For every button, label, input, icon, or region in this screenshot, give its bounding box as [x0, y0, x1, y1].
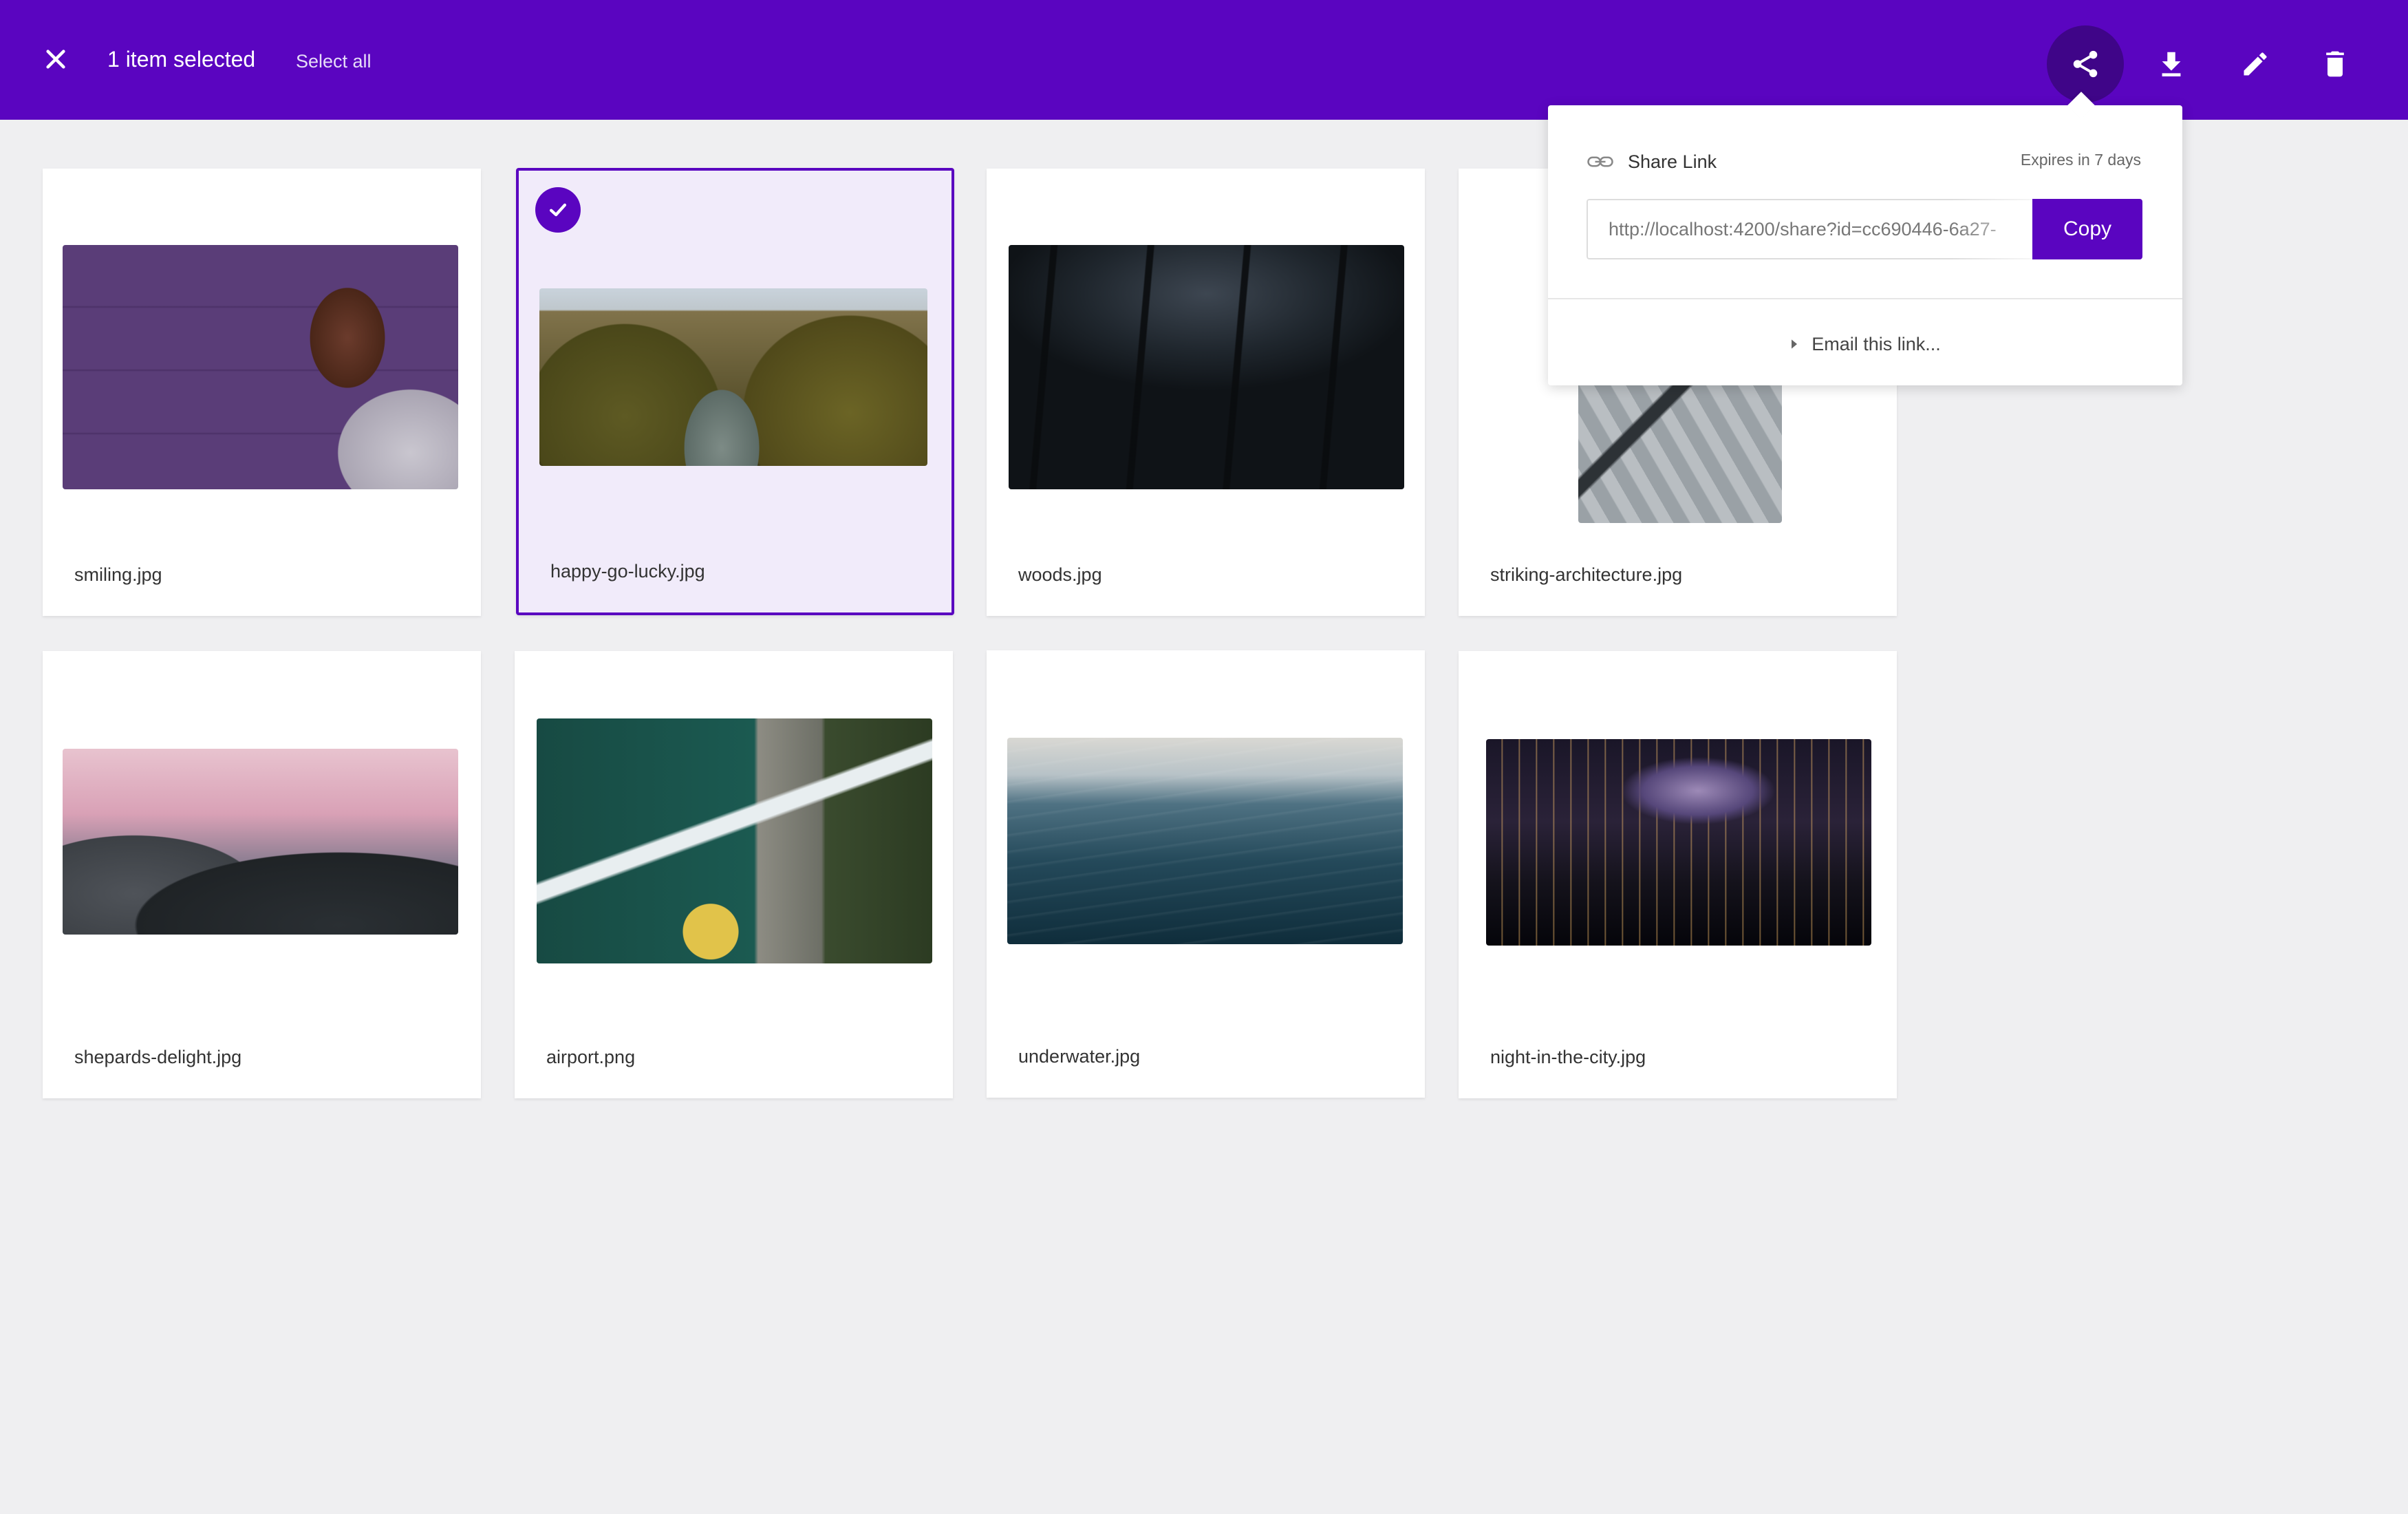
download-icon: [2162, 52, 2181, 77]
file-name: smiling.jpg: [74, 564, 162, 585]
selected-check-badge[interactable]: [535, 187, 581, 233]
file-card-selected[interactable]: happy-go-lucky.jpg: [516, 168, 954, 615]
file-name: striking-architecture.jpg: [1490, 564, 1683, 585]
pencil-icon: [2244, 52, 2267, 76]
link-icon: [1587, 156, 1613, 167]
share-button[interactable]: [2047, 25, 2124, 103]
selection-count: 1 item selected: [107, 47, 256, 72]
file-thumbnail: [1007, 738, 1403, 944]
file-card[interactable]: shepards-delight.jpg: [43, 651, 481, 1098]
close-selection-button[interactable]: [34, 38, 77, 81]
checkmark-icon: [549, 203, 567, 217]
share-link-input[interactable]: [1587, 199, 2032, 259]
file-card[interactable]: woods.jpg: [987, 169, 1425, 616]
file-thumbnail: [539, 288, 927, 466]
popover-divider: [1548, 298, 2182, 299]
file-thumbnail: [63, 749, 458, 935]
file-name: airport.png: [546, 1047, 636, 1067]
file-card[interactable]: airport.png: [515, 651, 953, 1098]
email-link-label: Email this link...: [1812, 333, 1941, 354]
file-card[interactable]: smiling.jpg: [43, 169, 481, 616]
delete-button[interactable]: [2297, 25, 2374, 103]
file-name: night-in-the-city.jpg: [1490, 1047, 1646, 1067]
file-name: shepards-delight.jpg: [74, 1047, 242, 1067]
file-thumbnail: [1486, 739, 1871, 946]
file-thumbnail: [1009, 245, 1404, 489]
share-icon: [2073, 50, 2098, 78]
copy-link-button[interactable]: Copy: [2032, 199, 2142, 259]
file-name: woods.jpg: [1018, 564, 1102, 585]
file-name: happy-go-lucky.jpg: [550, 561, 705, 582]
share-link-popover: Share Link Expires in 7 days Copy Email …: [1548, 92, 2182, 385]
caret-right-icon: [1792, 339, 1798, 349]
share-link-header: Share Link: [1587, 148, 1717, 175]
file-thumbnail: [63, 245, 458, 489]
select-all-link[interactable]: Select all: [296, 51, 372, 72]
link-expiry-text: Expires in 7 days: [2020, 151, 2141, 169]
file-name: underwater.jpg: [1018, 1046, 1141, 1067]
share-link-row: Copy: [1587, 199, 2142, 259]
trash-icon: [2326, 51, 2344, 77]
file-thumbnail: [537, 718, 932, 963]
close-icon: [46, 50, 65, 69]
edit-button[interactable]: [2217, 25, 2294, 103]
file-card[interactable]: underwater.jpg: [987, 650, 1425, 1098]
download-button[interactable]: [2133, 25, 2210, 103]
share-link-title: Share Link: [1628, 151, 1717, 172]
email-link-toggle[interactable]: Email this link...: [1548, 327, 2182, 361]
file-card[interactable]: night-in-the-city.jpg: [1459, 651, 1897, 1098]
selection-toolbar: 1 item selected Select all: [0, 0, 2408, 120]
